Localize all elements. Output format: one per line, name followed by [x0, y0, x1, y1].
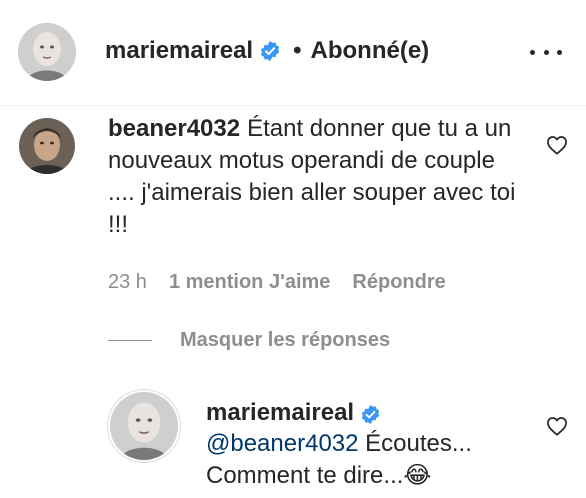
more-options-icon[interactable] [528, 38, 564, 66]
mention-link[interactable]: @beaner4032 [206, 430, 358, 457]
reply-body: @beaner4032 Écoutes... Comment te dire..… [206, 428, 526, 492]
comment-timestamp[interactable]: 23 h [108, 268, 147, 296]
post-author: mariemaireal • Abonné(e) [105, 36, 429, 66]
hide-replies-button[interactable]: Masquer les réponses [108, 326, 390, 354]
verified-badge-icon [259, 40, 281, 62]
separator-dot: • [293, 37, 302, 64]
laughing-emoji: 😂 [403, 462, 432, 489]
heart-icon[interactable] [546, 135, 568, 155]
verified-badge-icon [360, 403, 381, 424]
comment-author[interactable]: beaner4032 [108, 115, 240, 142]
post-header: mariemaireal • Abonné(e) [0, 0, 586, 104]
username[interactable]: mariemaireal [206, 398, 354, 428]
heart-icon[interactable] [546, 416, 568, 436]
reply-button[interactable]: Répondre [352, 268, 445, 296]
comment-body: beaner4032 Étant donner que tu a un nouve… [108, 113, 528, 241]
username[interactable]: mariemaireal [105, 36, 253, 66]
reply-author: mariemaireal [206, 398, 381, 428]
divider [0, 105, 586, 106]
instagram-comments-panel: mariemaireal • Abonné(e) beaner4032 Étan… [0, 0, 586, 498]
divider [108, 339, 152, 341]
follow-status-button[interactable]: Abonné(e) [311, 36, 430, 66]
avatar[interactable] [18, 23, 76, 81]
avatar[interactable] [110, 392, 178, 460]
comment-meta: 23 h 1 mention J'aime Répondre [108, 268, 446, 296]
avatar[interactable] [19, 118, 75, 174]
likes-count[interactable]: 1 mention J'aime [169, 268, 330, 296]
hide-replies-label: Masquer les réponses [180, 329, 391, 351]
